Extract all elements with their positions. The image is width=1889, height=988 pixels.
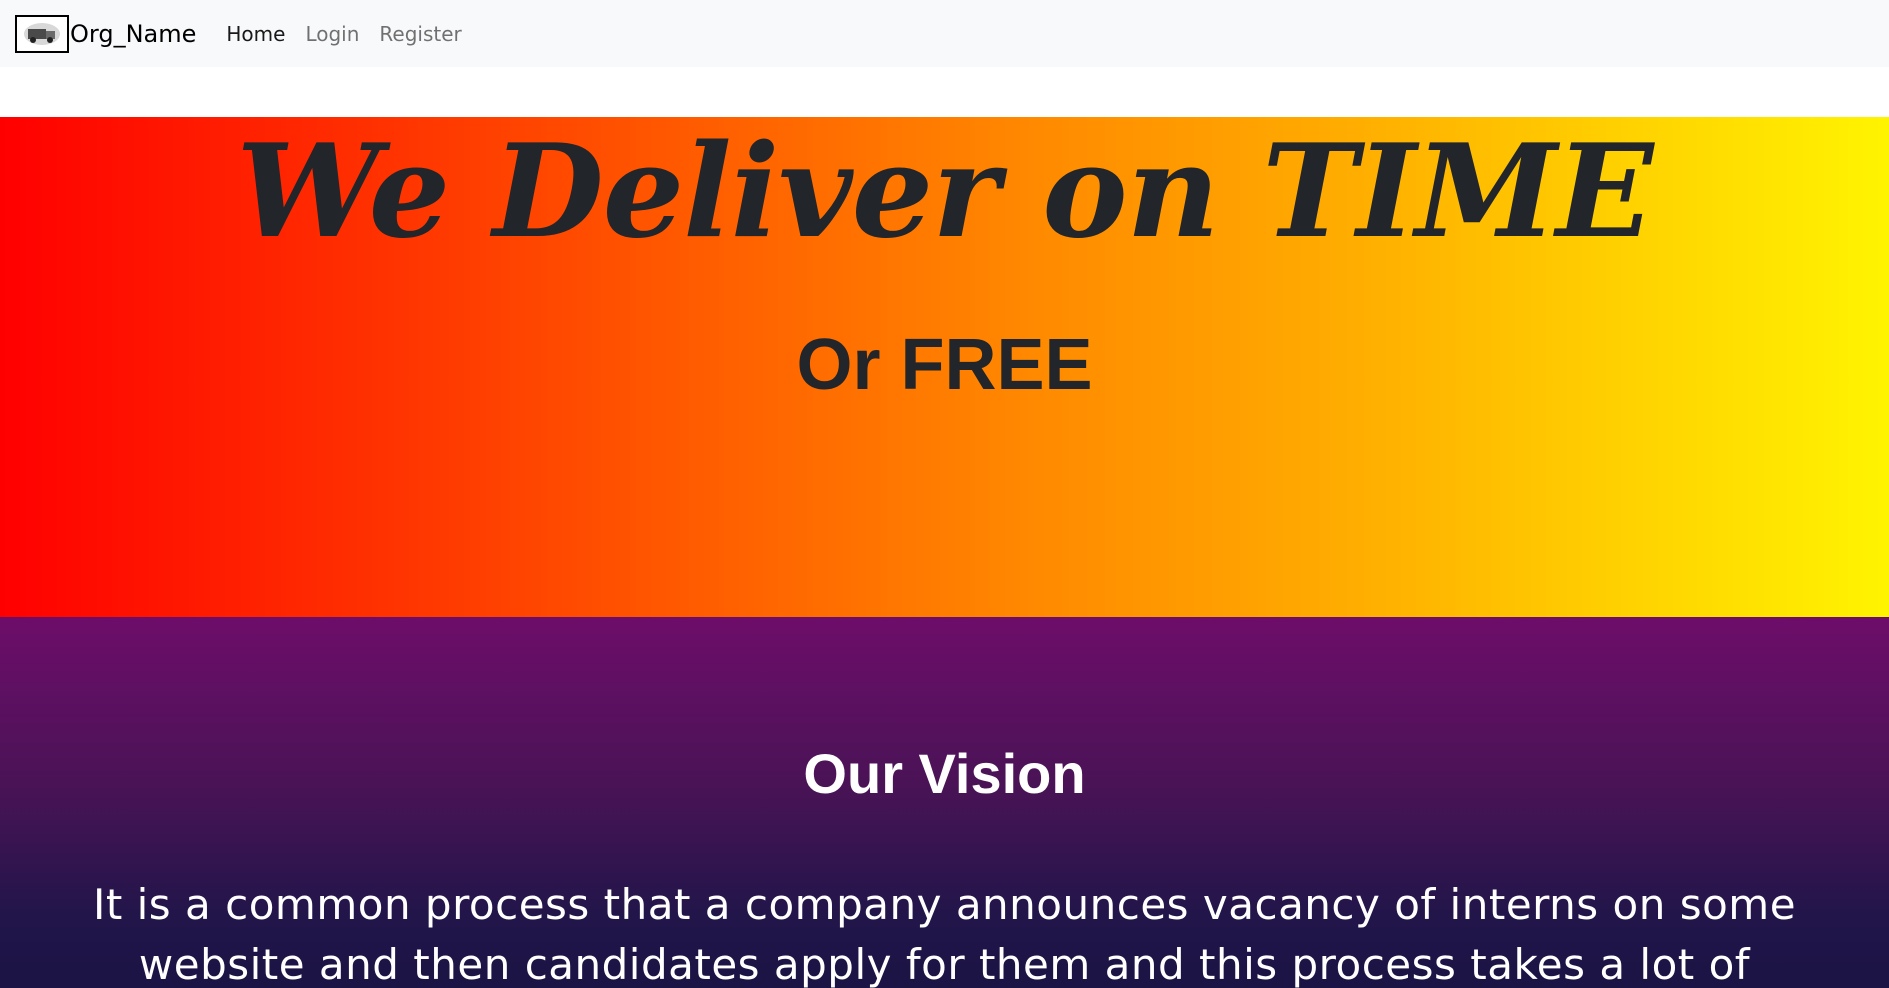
nav-link-login[interactable]: Login xyxy=(305,22,359,46)
vision-section: Our Vision It is a common process that a… xyxy=(0,617,1889,988)
vision-text: It is a common process that a company an… xyxy=(92,880,1797,988)
navbar: Org_Name Home Login Register xyxy=(0,0,1889,67)
nav-links: Home Login Register xyxy=(226,22,481,46)
brand-logo[interactable] xyxy=(15,14,69,53)
hero-section: We Deliver on TIME Or FREE xyxy=(0,117,1889,617)
nav-link-register[interactable]: Register xyxy=(379,22,461,46)
vision-title: Our Vision xyxy=(803,742,1086,805)
delivery-truck-logo-icon xyxy=(24,22,60,45)
nav-link-home[interactable]: Home xyxy=(226,22,285,46)
navbar-brand[interactable]: Org_Name xyxy=(15,14,196,53)
hero-subtitle: Or FREE xyxy=(796,325,1093,405)
hero-title: We Deliver on TIME xyxy=(236,117,1653,267)
brand-name[interactable]: Org_Name xyxy=(70,20,196,48)
